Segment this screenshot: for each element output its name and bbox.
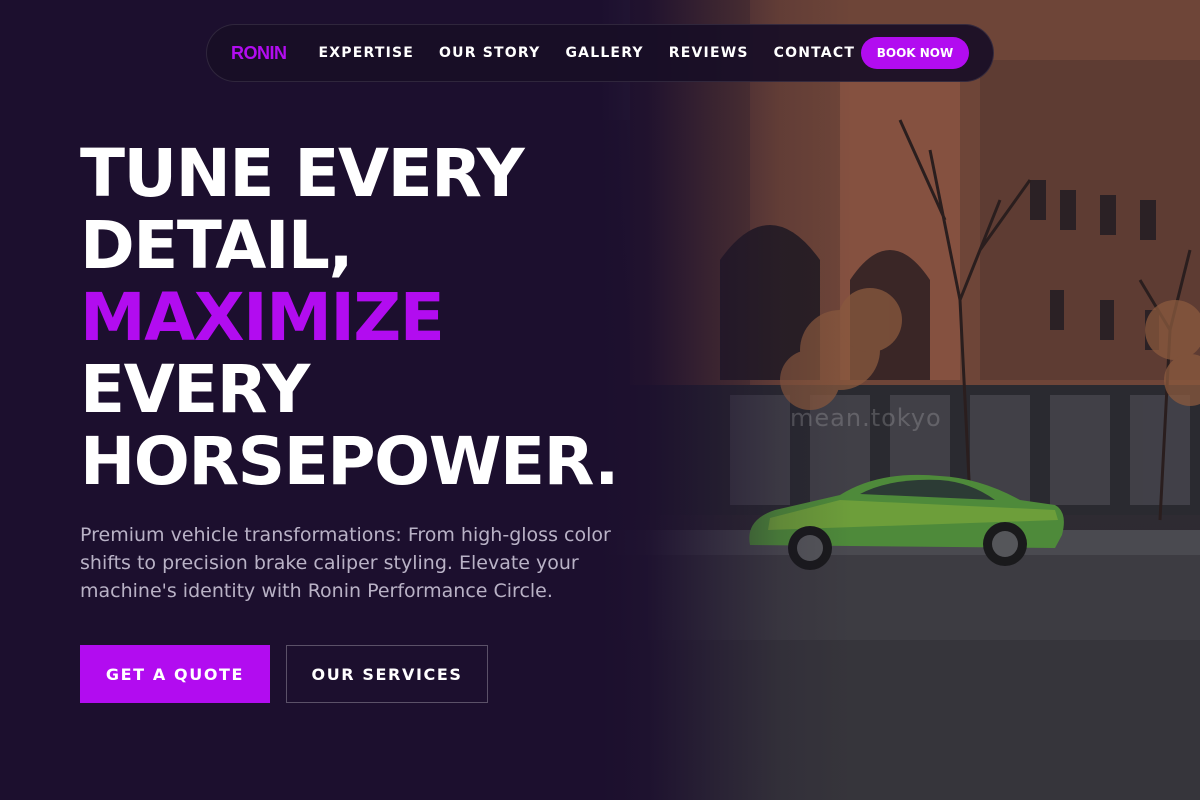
get-a-quote-button[interactable]: GET A QUOTE: [80, 645, 270, 703]
brand-logo[interactable]: RONIN: [231, 43, 287, 64]
nav-link-our-story[interactable]: OUR STORY: [439, 45, 540, 61]
nav-link-contact[interactable]: CONTACT: [774, 45, 855, 61]
hero-image: [600, 0, 1200, 800]
hero-scene-illustration: [600, 0, 1200, 800]
top-navigation: RONIN EXPERTISE OUR STORY GALLERY REVIEW…: [206, 24, 994, 82]
book-now-button[interactable]: BOOK NOW: [861, 37, 969, 69]
hero-subtext: Premium vehicle transformations: From hi…: [80, 524, 611, 602]
hero-headline: TUNE EVERY DETAIL, MAXIMIZE EVERY HORSEP…: [80, 138, 660, 498]
headline-line-1: TUNE EVERY: [80, 135, 525, 212]
nav-links: EXPERTISE OUR STORY GALLERY REVIEWS CONT…: [319, 45, 856, 61]
headline-line-5: HORSEPOWER.: [80, 423, 619, 500]
our-services-button[interactable]: OUR SERVICES: [286, 645, 488, 703]
headline-line-2: DETAIL,: [80, 207, 354, 284]
photo-watermark: mean.tokyo: [790, 404, 942, 432]
headline-line-4: EVERY: [80, 351, 310, 428]
nav-link-expertise[interactable]: EXPERTISE: [319, 45, 415, 61]
nav-link-reviews[interactable]: REVIEWS: [669, 45, 749, 61]
headline-accent: MAXIMIZE: [80, 279, 445, 356]
nav-link-gallery[interactable]: GALLERY: [565, 45, 643, 61]
